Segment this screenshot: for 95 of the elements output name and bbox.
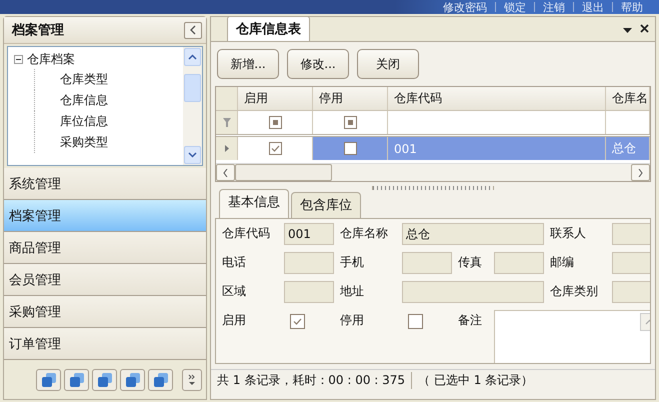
nav-item[interactable]: 会员管理	[4, 264, 206, 296]
vertical-scrollbar[interactable]	[183, 47, 202, 165]
document-tab[interactable]: 仓库信息表	[227, 16, 310, 41]
checkbox[interactable]	[268, 142, 282, 155]
input-field[interactable]	[612, 223, 650, 245]
scrollbar-thumb[interactable]	[235, 164, 332, 181]
collapse-button[interactable]	[184, 22, 202, 38]
field-label: 仓库代码	[222, 225, 271, 242]
scroll-down-button[interactable]	[184, 146, 201, 164]
input-field[interactable]: 001	[284, 223, 334, 245]
module-button[interactable]	[92, 368, 117, 390]
field-label: 手机	[340, 254, 365, 271]
chevron-down-icon	[188, 152, 197, 158]
tree-item[interactable]: 仓库类型	[60, 71, 108, 88]
stacked-squares-icon	[98, 372, 112, 386]
field-label: 区域	[222, 283, 247, 300]
column-header[interactable]: 启用	[238, 87, 313, 110]
module-button[interactable]	[36, 368, 61, 390]
nav-item[interactable]: 档案管理	[4, 200, 206, 232]
stacked-squares-icon	[70, 372, 84, 386]
input-field[interactable]	[284, 252, 334, 274]
chevron-up-icon	[188, 54, 197, 60]
input-field[interactable]	[402, 281, 544, 303]
scroll-up-button[interactable]	[184, 48, 201, 66]
toolbar-button[interactable]: 新增...	[217, 49, 279, 79]
checkbox[interactable]	[344, 116, 356, 129]
status-text: 共 1 条记录，耗时：00 : 00 : 375	[211, 372, 412, 388]
toolbar-button[interactable]: 关闭	[357, 49, 419, 79]
memo-field[interactable]	[494, 310, 650, 363]
field-label: 电话	[222, 254, 247, 271]
stacked-squares-icon	[126, 372, 140, 386]
column-header[interactable]: 停用	[313, 87, 388, 110]
status-text: （ 已选中 1 条记录）	[417, 372, 534, 388]
more-button[interactable]	[182, 368, 202, 390]
top-menu-link[interactable]: 锁定	[496, 0, 534, 14]
checkbox[interactable]	[408, 314, 423, 329]
tab[interactable]: 基本信息	[219, 189, 289, 218]
row-indicator[interactable]	[216, 111, 238, 134]
top-menu-link[interactable]: 注销	[535, 0, 573, 14]
input-field[interactable]	[494, 252, 544, 274]
field-label: 停用	[340, 312, 365, 329]
field-label: 邮编	[550, 254, 575, 271]
nav-item[interactable]: 订单管理	[4, 328, 206, 360]
module-button[interactable]	[148, 368, 173, 390]
toolbar-button[interactable]: 修改...	[287, 49, 349, 79]
field-label: 备注	[458, 312, 483, 329]
table-cell: 总仓	[612, 140, 636, 157]
double-chevron-icon	[187, 374, 197, 386]
chevron-right-icon	[638, 168, 643, 176]
scroll-right-button[interactable]	[631, 164, 650, 181]
chevron-left-icon	[223, 168, 228, 176]
nav-item[interactable]: 采购管理	[4, 296, 206, 328]
tree-item[interactable]: 库位信息	[60, 113, 108, 130]
module-button[interactable]	[64, 368, 89, 390]
sidebar-title: 档案管理	[12, 22, 64, 39]
horizontal-scrollbar[interactable]	[216, 163, 650, 181]
stacked-squares-icon	[154, 372, 168, 386]
nav-item[interactable]: 系统管理	[4, 168, 206, 200]
tree-item[interactable]: 仓库信息	[60, 92, 108, 109]
close-icon[interactable]	[640, 24, 649, 33]
field-label: 仓库名称	[340, 225, 389, 242]
tree-item[interactable]: 采购类型	[60, 134, 108, 151]
column-header[interactable]: 仓库名	[606, 87, 650, 110]
checkbox[interactable]	[268, 116, 282, 129]
stacked-squares-icon	[42, 372, 56, 386]
checkbox[interactable]	[344, 142, 356, 155]
column-header[interactable]: 仓库代码	[388, 87, 606, 110]
dropdown-icon[interactable]	[623, 28, 632, 33]
input-field[interactable]	[402, 252, 452, 274]
field-label: 仓库类别	[550, 283, 599, 300]
row-indicator[interactable]	[216, 137, 238, 160]
field-label: 传真	[458, 254, 483, 271]
input-field[interactable]: 总仓	[402, 223, 544, 245]
scrollbar-thumb[interactable]	[184, 74, 201, 102]
checkbox[interactable]	[290, 314, 305, 329]
top-menu-link[interactable]: 修改密码	[435, 0, 495, 14]
input-field[interactable]	[612, 281, 650, 303]
field-label: 启用	[222, 312, 247, 329]
input-field[interactable]	[284, 281, 334, 303]
tree-item[interactable]: 仓库档案	[27, 50, 75, 68]
top-menu-link[interactable]: 帮助	[613, 0, 651, 14]
tab[interactable]: 包含库位	[291, 192, 361, 218]
filter-icon[interactable]	[222, 118, 230, 127]
collapse-icon[interactable]	[14, 54, 23, 64]
nav-item[interactable]: 商品管理	[4, 232, 206, 264]
splitter-handle[interactable]	[372, 186, 494, 190]
field-label: 地址	[340, 283, 365, 300]
module-button[interactable]	[120, 368, 145, 390]
chevron-left-icon	[189, 25, 197, 35]
scroll-left-button[interactable]	[216, 164, 235, 181]
table-cell: 001	[394, 142, 417, 156]
input-field[interactable]	[612, 252, 650, 274]
row-pointer-icon	[224, 145, 228, 152]
field-label: 联系人	[550, 225, 587, 242]
top-menu-link[interactable]: 退出	[574, 0, 612, 14]
